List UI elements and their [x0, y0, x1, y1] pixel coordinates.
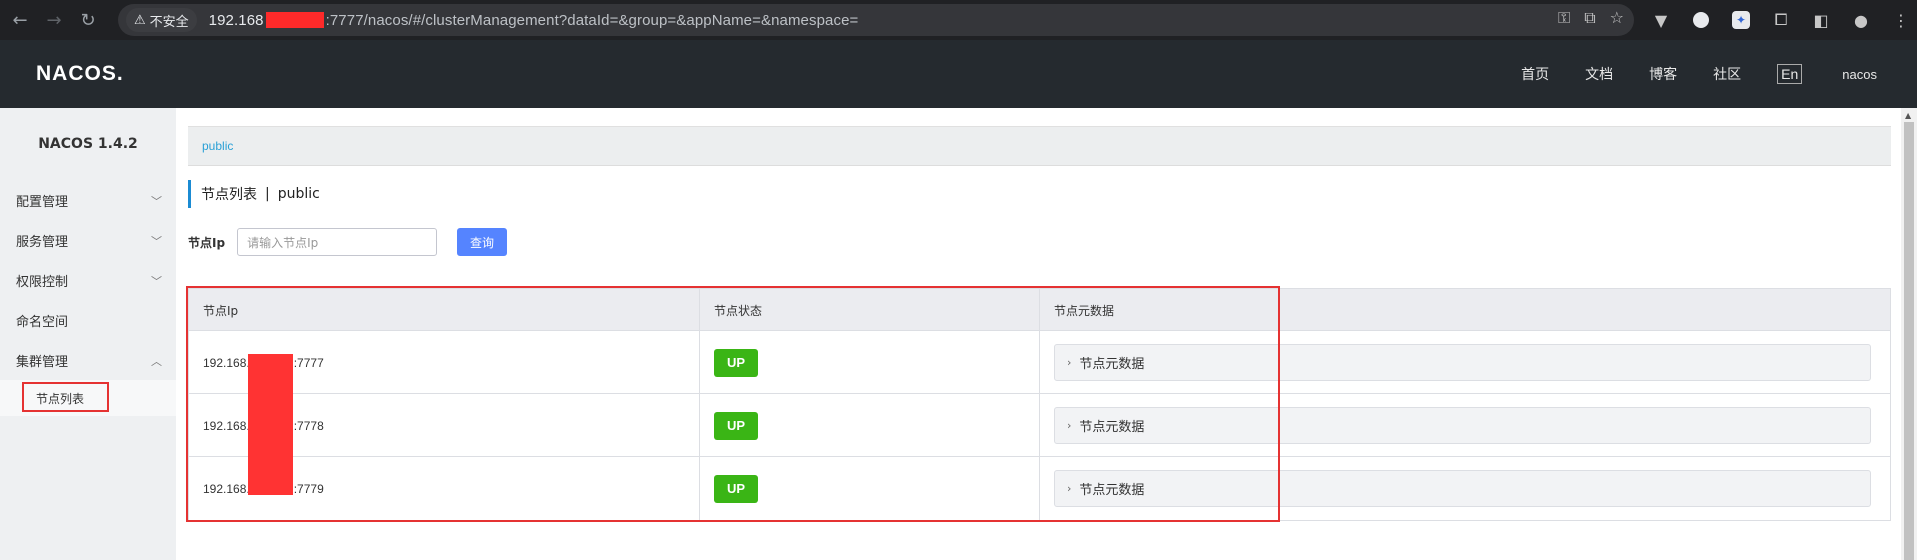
table-row: 192.168. :7779 UP › 节点元数据 [189, 457, 1890, 520]
menu-kebab-icon[interactable]: ⋮ [1887, 6, 1915, 34]
node-status-cell: UP [700, 394, 1040, 457]
breadcrumb: public [188, 126, 1891, 166]
url-redaction [265, 12, 324, 28]
key-icon[interactable]: ⚿ [1558, 8, 1570, 28]
status-badge: UP [714, 411, 758, 440]
nav-home[interactable]: 首页 [1521, 64, 1549, 84]
translate-icon[interactable]: ⧉ [1584, 8, 1595, 28]
chevron-right-icon: › [1067, 419, 1072, 432]
sidebar-item-label: 服务管理 [16, 234, 69, 250]
ip-port: :7777 [293, 355, 324, 370]
column-header-metadata: 节点元数据 [1054, 303, 1115, 318]
side-panel-icon[interactable]: ◧ [1807, 6, 1835, 34]
chevron-up-icon: ︿ [151, 355, 162, 368]
column-header-status: 节点状态 [700, 289, 1040, 331]
sidebar-item-config[interactable]: 配置管理 ﹀ [0, 180, 176, 220]
highlight-box [22, 382, 109, 412]
metadata-label: 节点元数据 [1079, 357, 1145, 372]
language-switch-button[interactable]: En [1777, 64, 1803, 84]
sidebar-item-label: 配置管理 [16, 194, 69, 210]
title-separator: | [265, 186, 270, 202]
forward-icon[interactable]: → [40, 6, 68, 34]
table-row: 192.168. :7778 UP › 节点元数据 [189, 394, 1890, 457]
node-table: 节点Ip 节点状态 节点元数据 192.168. :7777 UP › 节点元数据… [188, 288, 1891, 521]
page-title-namespace: public [277, 186, 320, 202]
node-metadata-cell: › 节点元数据 [1040, 394, 1890, 457]
scroll-thumb[interactable] [1904, 122, 1914, 560]
scroll-up-icon[interactable]: ▲ [1905, 111, 1911, 120]
status-badge: UP [714, 348, 758, 377]
node-metadata-cell: › 节点元数据 [1040, 331, 1890, 394]
metadata-label: 节点元数据 [1079, 483, 1145, 498]
reload-icon[interactable]: ↻ [74, 6, 102, 34]
address-bar[interactable]: ⚠ 不安全 192.168 :7777/nacos/#/clusterManag… [118, 4, 1634, 36]
chevron-right-icon: › [1067, 356, 1072, 369]
insecure-label: 不安全 [149, 14, 189, 30]
page-scrollbar[interactable]: ▲ [1901, 108, 1917, 560]
user-menu[interactable]: nacos [1842, 67, 1877, 82]
sidebar-subitem-node-list[interactable]: 节点列表 [0, 380, 176, 416]
metadata-collapse[interactable]: › 节点元数据 [1054, 470, 1871, 507]
page-title-text: 节点列表 [201, 187, 257, 203]
back-icon[interactable]: ← [6, 6, 34, 34]
chevron-down-icon: ﹀ [151, 235, 162, 248]
node-metadata-cell: › 节点元数据 [1040, 457, 1890, 520]
browser-toolbar: ← → ↻ ⚠ 不安全 192.168 :7777/nacos/#/cluste… [0, 0, 1917, 40]
warning-icon: ⚠ [134, 12, 146, 28]
extension-blue-icon[interactable]: ✦ [1727, 6, 1755, 34]
ip-prefix: 192.168. [203, 418, 250, 433]
namespace-link[interactable]: public [202, 139, 233, 153]
sidebar-item-label: 命名空间 [16, 314, 69, 330]
profile-icon[interactable]: ● [1847, 6, 1875, 34]
page-title: 节点列表 | public [188, 180, 320, 208]
ip-prefix: 192.168. [203, 355, 250, 370]
nacos-logo[interactable]: NACOS. [36, 62, 124, 86]
app-header: NACOS. 首页 文档 博客 社区 En nacos [0, 40, 1917, 108]
node-ip-input[interactable]: 请输入节点Ip [237, 228, 438, 256]
url-text[interactable]: 192.168 :7777/nacos/#/clusterManagement?… [209, 12, 859, 29]
node-status-cell: UP [700, 457, 1040, 520]
table-header: 节点Ip 节点状态 节点元数据 [189, 289, 1890, 331]
url-host: 192.168 [208, 11, 264, 29]
extensions-puzzle-icon[interactable]: ⧠ [1767, 6, 1795, 34]
nav-docs[interactable]: 文档 [1585, 64, 1613, 84]
nav-blog[interactable]: 博客 [1649, 64, 1677, 84]
star-icon[interactable]: ☆ [1610, 8, 1624, 28]
metadata-collapse[interactable]: › 节点元数据 [1054, 344, 1871, 381]
insecure-badge[interactable]: ⚠ 不安全 [126, 8, 197, 32]
sidebar-item-auth[interactable]: 权限控制 ﹀ [0, 260, 176, 300]
metadata-collapse[interactable]: › 节点元数据 [1054, 407, 1871, 444]
sidebar-title: NACOS 1.4.2 [38, 136, 138, 152]
node-status-cell: UP [700, 331, 1040, 394]
chevron-right-icon: › [1067, 482, 1072, 495]
column-header-ip: 节点Ip [189, 289, 700, 331]
sidebar-item-service[interactable]: 服务管理 ﹀ [0, 220, 176, 260]
sidebar-item-label: 权限控制 [16, 274, 69, 290]
search-form: 节点Ip 请输入节点Ip 查询 [188, 228, 508, 256]
query-button[interactable]: 查询 [457, 228, 508, 256]
vue-devtools-icon[interactable]: ▼ [1647, 6, 1675, 34]
chevron-down-icon: ﹀ [151, 195, 162, 208]
header-nav: 首页 文档 博客 社区 En nacos [1521, 40, 1917, 108]
table-row: 192.168. :7777 UP › 节点元数据 [189, 331, 1890, 394]
ip-prefix: 192.168. [203, 481, 250, 496]
main-content: public 节点列表 | public 节点Ip 请输入节点Ip 查询 节点I… [176, 108, 1901, 560]
metadata-label: 节点元数据 [1079, 420, 1145, 435]
ip-port: :7779 [293, 481, 324, 496]
nav-community[interactable]: 社区 [1713, 64, 1741, 84]
sidebar-item-namespace[interactable]: 命名空间 [0, 300, 176, 340]
url-path: :7777/nacos/#/clusterManagement?dataId=&… [325, 11, 859, 29]
status-badge: UP [714, 474, 758, 503]
sidebar-item-label: 集群管理 [16, 354, 69, 370]
search-label: 节点Ip [188, 235, 226, 250]
ip-port: :7778 [293, 418, 324, 433]
sidebar: NACOS 1.4.2 配置管理 ﹀ 服务管理 ﹀ 权限控制 ﹀ 命名空间 集群… [0, 108, 176, 560]
chevron-down-icon: ﹀ [151, 275, 162, 288]
extension-circle-icon[interactable] [1687, 6, 1715, 34]
ip-redaction [248, 354, 293, 495]
sidebar-item-cluster[interactable]: 集群管理 ︿ [0, 340, 176, 380]
